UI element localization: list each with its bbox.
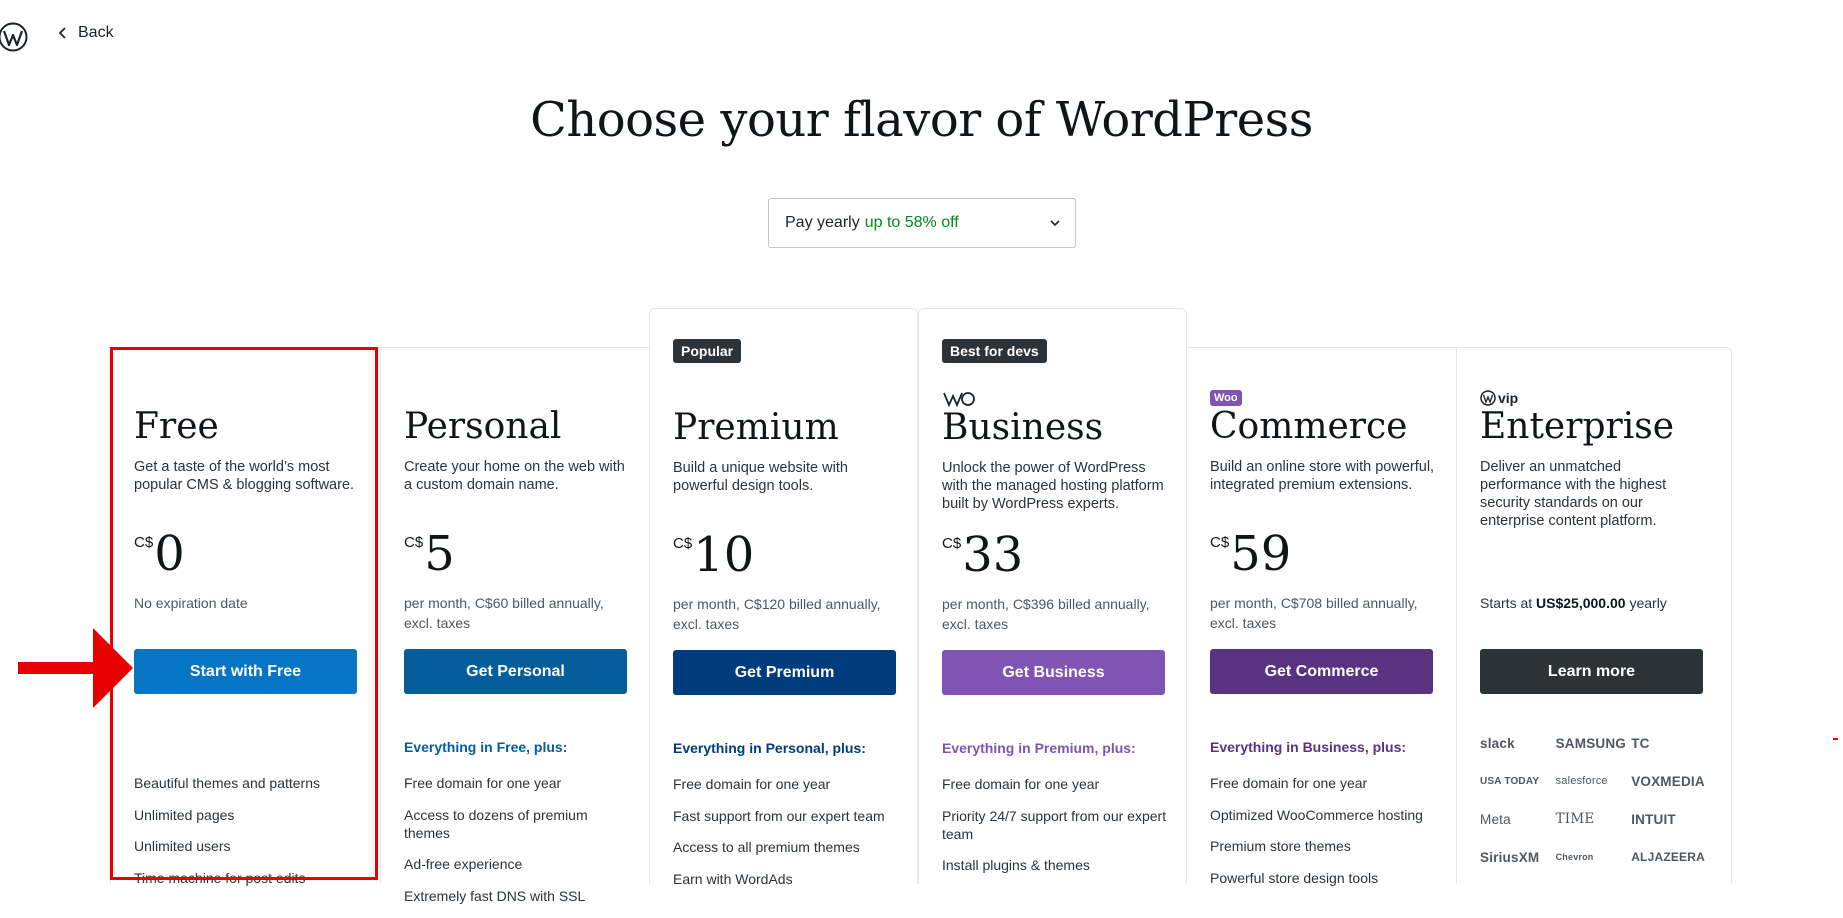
currency-symbol: C$ bbox=[673, 535, 693, 552]
samsung-logo: SAMSUNG bbox=[1555, 735, 1626, 751]
feature-item: Priority 24/7 support from our expert te… bbox=[942, 807, 1167, 842]
billing-note: Starts at US$25,000.00 yearly bbox=[1480, 595, 1667, 611]
siriusxm-logo: SiriusXM bbox=[1480, 849, 1540, 865]
highlight-annotation-box bbox=[110, 347, 378, 880]
back-label: Back bbox=[78, 24, 114, 41]
popular-badge: Popular bbox=[673, 339, 742, 363]
get-premium-button[interactable]: Get Premium bbox=[673, 650, 896, 695]
feature-list: Free domain for one year Priority 24/7 s… bbox=[942, 775, 1167, 888]
features-heading: Everything in Free, plus: bbox=[404, 739, 568, 755]
price-amount: 10 bbox=[693, 527, 755, 583]
billing-note: per month, C$708 billed annually, excl. … bbox=[1210, 595, 1418, 631]
meta-logo: Meta bbox=[1480, 811, 1511, 827]
currency-symbol: C$ bbox=[942, 535, 962, 552]
feature-item: Earn with WordAds bbox=[673, 870, 793, 887]
red-arrow-icon bbox=[18, 628, 133, 708]
annotation-mark bbox=[1833, 738, 1838, 740]
page-title: Choose your flavor of WordPress bbox=[530, 92, 1313, 148]
billing-period-select[interactable]: Pay yearly up to 58% off bbox=[768, 198, 1076, 248]
plan-personal: Personal Create your home on the web wit… bbox=[380, 348, 649, 904]
best-for-devs-badge: Best for devs bbox=[942, 339, 1047, 363]
learn-more-button[interactable]: Learn more bbox=[1480, 649, 1703, 694]
get-business-button[interactable]: Get Business bbox=[942, 650, 1165, 695]
feature-list: Free domain for one year Fast support fr… bbox=[673, 775, 898, 901]
billing-note: per month, C$396 billed annually, excl. … bbox=[942, 596, 1150, 632]
feature-item: Access to all premium themes bbox=[673, 839, 860, 855]
feature-item: Free domain for one year bbox=[673, 776, 831, 792]
feature-item: Access to dozens of premium themes bbox=[404, 806, 588, 841]
billing-period-label: Pay yearly bbox=[785, 214, 860, 231]
plan-business: Best for devs Business Unlock the power … bbox=[918, 308, 1187, 884]
get-personal-button[interactable]: Get Personal bbox=[404, 649, 627, 694]
slack-logo: slack bbox=[1480, 735, 1515, 751]
intuit-logo: INTUIT bbox=[1631, 811, 1676, 827]
plan-commerce: Woo Commerce Build an online store with … bbox=[1187, 348, 1456, 886]
feature-item: Free domain for one year bbox=[404, 775, 562, 791]
chevron-down-icon bbox=[1050, 220, 1060, 227]
price-amount: 5 bbox=[424, 526, 455, 582]
features-heading: Everything in Business, plus: bbox=[1210, 739, 1407, 755]
techcrunch-logo: TC bbox=[1631, 735, 1650, 751]
plan-price: C$ 10 bbox=[673, 529, 754, 581]
billing-note: per month, C$120 billed annually, excl. … bbox=[673, 596, 881, 632]
wordpress-logo-icon[interactable] bbox=[0, 22, 28, 52]
currency-symbol: C$ bbox=[404, 534, 424, 551]
plan-description: Unlock the power of WordPress with the m… bbox=[942, 460, 1164, 512]
feature-item: Optimized WooCommerce hosting bbox=[1210, 806, 1423, 823]
price-amount: 33 bbox=[962, 527, 1024, 583]
time-logo: TIME bbox=[1555, 811, 1595, 827]
plan-name: Enterprise bbox=[1480, 406, 1674, 447]
back-button[interactable]: Back bbox=[56, 24, 114, 42]
plan-price: C$ 5 bbox=[404, 528, 455, 580]
plan-description: Build a unique website with powerful des… bbox=[673, 460, 848, 494]
chevron-logo: Chevron bbox=[1555, 852, 1594, 862]
get-commerce-button[interactable]: Get Commerce bbox=[1210, 649, 1433, 694]
plan-enterprise: vip Enterprise Deliver an unmatched perf… bbox=[1456, 348, 1731, 884]
plan-price: C$ 59 bbox=[1210, 528, 1291, 580]
feature-item: Ad-free experience bbox=[404, 856, 523, 872]
feature-item: Premium store themes bbox=[1210, 838, 1351, 854]
currency-symbol: C$ bbox=[1210, 534, 1230, 551]
price-amount: 59 bbox=[1230, 526, 1292, 582]
plan-description: Build an online store with powerful, int… bbox=[1210, 459, 1435, 493]
features-heading: Everything in Personal, plus: bbox=[673, 740, 866, 756]
plan-description: Deliver an unmatched performance with th… bbox=[1480, 459, 1667, 529]
feature-list: Free domain for one year Optimized WooCo… bbox=[1210, 774, 1435, 900]
plan-description: Create your home on the web with a custo… bbox=[404, 459, 625, 493]
plan-name: Premium bbox=[673, 407, 839, 448]
customer-logos: slack SAMSUNG TC USA TODAY salesforce VO… bbox=[1480, 732, 1705, 868]
feature-item: Free domain for one year bbox=[1210, 775, 1368, 791]
aljazeera-logo: ALJAZEERA bbox=[1631, 850, 1705, 864]
usa-today-logo: USA TODAY bbox=[1480, 775, 1540, 787]
salesforce-logo: salesforce bbox=[1555, 775, 1608, 787]
billing-note: per month, C$60 billed annually, excl. t… bbox=[404, 595, 604, 631]
plan-premium: Popular Premium Build a unique website w… bbox=[649, 308, 918, 887]
wpvip-logo-icon: vip bbox=[1480, 388, 1518, 408]
plan-price: C$ 33 bbox=[942, 529, 1023, 581]
woo-logo-icon: Woo bbox=[1210, 388, 1242, 408]
feature-item: Install plugins & themes bbox=[942, 857, 1090, 873]
feature-item: Powerful store design tools bbox=[1210, 869, 1379, 886]
chevron-left-icon bbox=[58, 27, 66, 39]
feature-item: Extremely fast DNS with SSL bbox=[404, 887, 586, 904]
feature-item: Fast support from our expert team bbox=[673, 807, 885, 824]
feature-list: Free domain for one year Access to dozen… bbox=[404, 774, 629, 918]
features-heading: Everything in Premium, plus: bbox=[942, 740, 1136, 756]
feature-item: Free domain for one year bbox=[942, 776, 1100, 792]
plan-name: Commerce bbox=[1210, 406, 1408, 447]
plan-name: Business bbox=[942, 407, 1104, 448]
wp-cloud-logo-icon bbox=[942, 389, 976, 409]
discount-label: up to 58% off bbox=[864, 214, 959, 231]
voxmedia-logo: VOXMEDIA bbox=[1631, 773, 1705, 789]
plan-name: Personal bbox=[404, 406, 562, 447]
